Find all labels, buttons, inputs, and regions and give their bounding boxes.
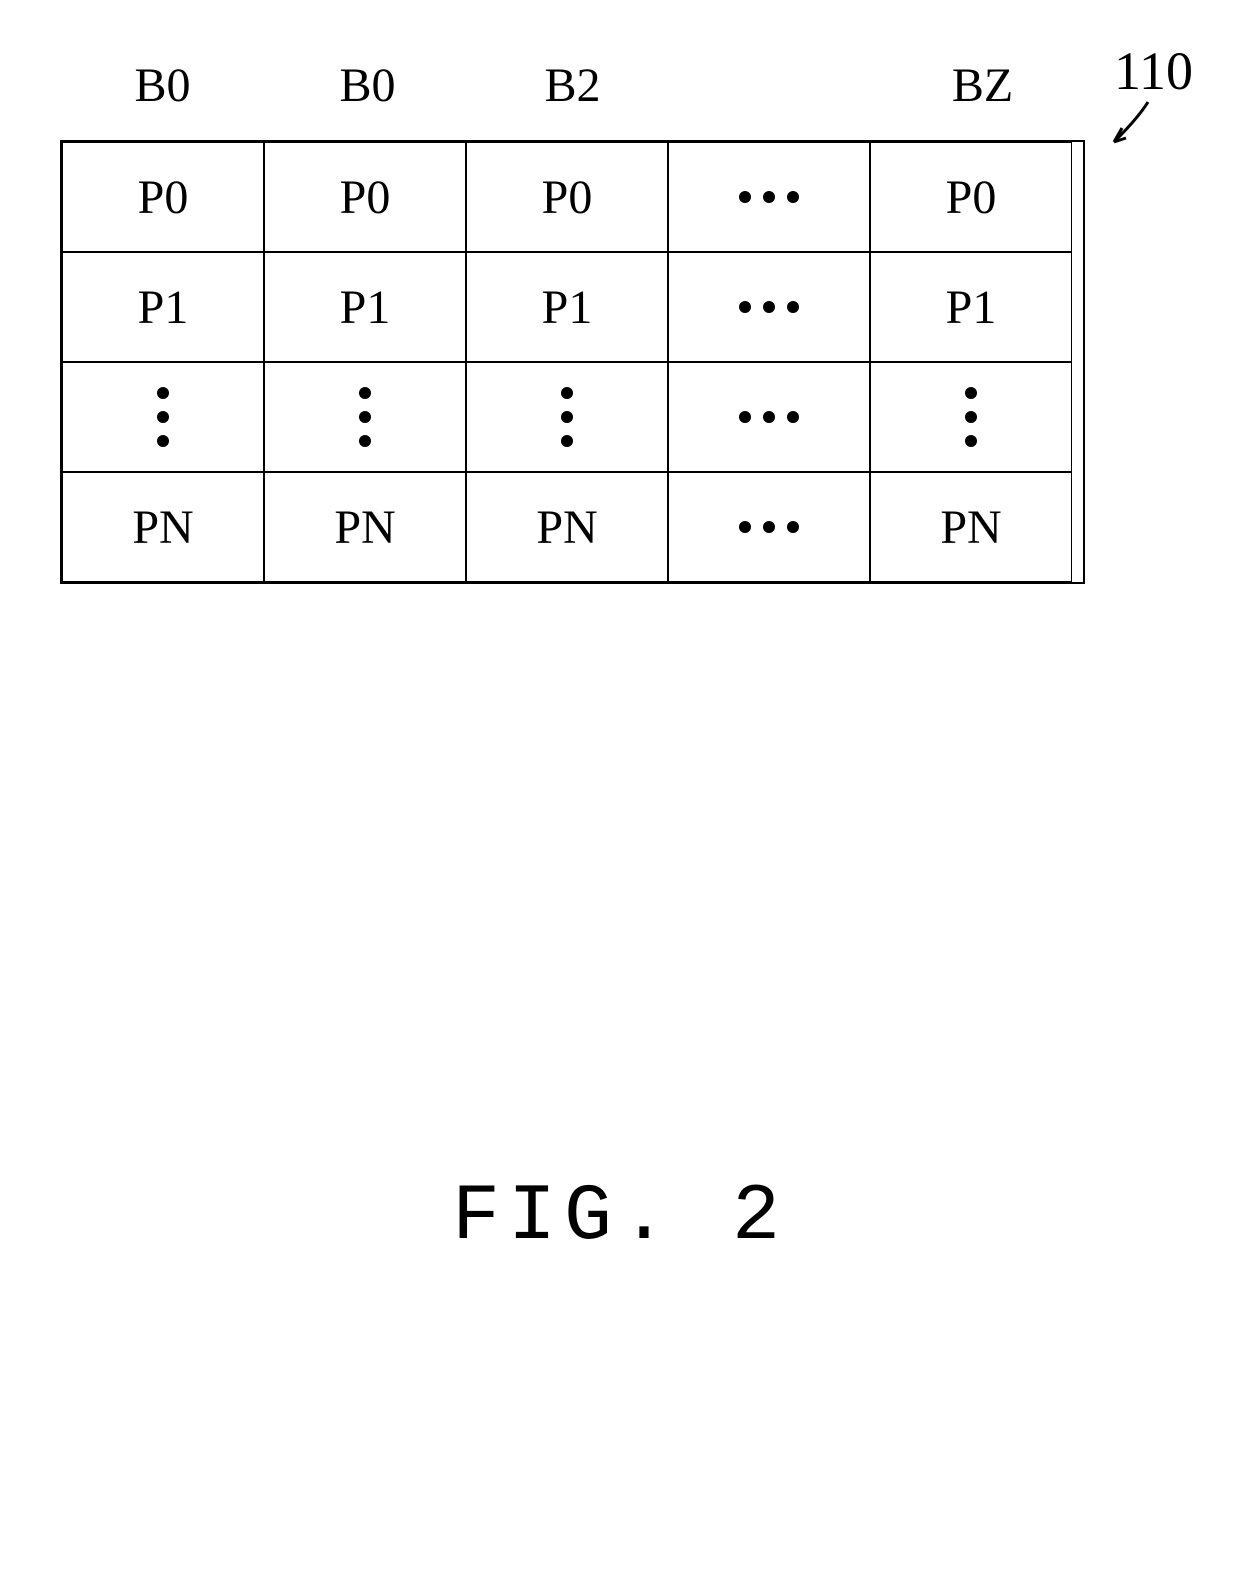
cell-p0: P0 — [264, 142, 466, 252]
ellipsis-v-icon — [157, 387, 169, 447]
cell-hdots — [668, 142, 870, 252]
cell-hdots — [668, 362, 870, 472]
cell-p1: P1 — [62, 252, 264, 362]
memory-grid: P0 P0 P0 P0 P1 P1 P1 P1 — [60, 140, 1085, 584]
figure-caption: FIG. 2 — [0, 1172, 1240, 1263]
cell-hdots — [668, 472, 870, 582]
cell-vdots — [264, 362, 466, 472]
cell-p1: P1 — [264, 252, 466, 362]
col-header-b0: B0 — [60, 50, 265, 120]
ellipsis-h-icon — [739, 301, 799, 313]
cell-vdots — [466, 362, 668, 472]
ellipsis-v-icon — [359, 387, 371, 447]
cell-p0: P0 — [466, 142, 668, 252]
cell-pn: PN — [466, 472, 668, 582]
table-row: P1 P1 P1 P1 — [62, 252, 1083, 362]
ellipsis-h-icon — [739, 521, 799, 533]
col-header-b0b: B0 — [265, 50, 470, 120]
col-header-bz: BZ — [880, 50, 1085, 120]
table-row: P0 P0 P0 P0 — [62, 142, 1083, 252]
figure-page: B0 B0 B2 BZ P0 P0 P0 P0 P1 P1 P1 — [0, 0, 1240, 1579]
col-header-ellipsis — [675, 50, 880, 120]
cell-p1: P1 — [870, 252, 1072, 362]
cell-pn: PN — [264, 472, 466, 582]
column-headers: B0 B0 B2 BZ — [60, 50, 1085, 120]
cell-p0: P0 — [870, 142, 1072, 252]
cell-p1: P1 — [466, 252, 668, 362]
leader-arrow-icon — [1100, 98, 1160, 158]
reference-numeral: 110 — [1114, 40, 1193, 102]
cell-vdots — [62, 362, 264, 472]
table-row: PN PN PN PN — [62, 472, 1083, 582]
col-header-b2: B2 — [470, 50, 675, 120]
cell-p0: P0 — [62, 142, 264, 252]
ellipsis-h-icon — [739, 411, 799, 423]
ellipsis-h-icon — [739, 191, 799, 203]
table-row — [62, 362, 1083, 472]
memory-block-diagram: B0 B0 B2 BZ P0 P0 P0 P0 P1 P1 P1 — [60, 50, 1085, 584]
cell-hdots — [668, 252, 870, 362]
cell-pn: PN — [870, 472, 1072, 582]
cell-vdots — [870, 362, 1072, 472]
ellipsis-v-icon — [561, 387, 573, 447]
ellipsis-v-icon — [965, 387, 977, 447]
cell-pn: PN — [62, 472, 264, 582]
